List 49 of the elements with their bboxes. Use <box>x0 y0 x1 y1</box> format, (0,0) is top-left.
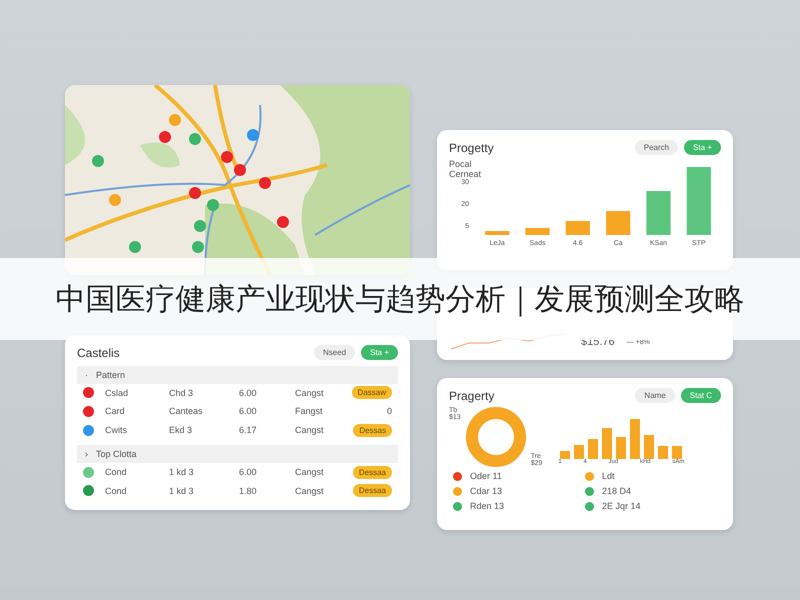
table-cell-text: Cond <box>105 467 128 478</box>
card-title: Castelis <box>77 346 121 360</box>
table-cell-text: Chd 3 <box>169 388 194 398</box>
chart-caption: Cerneat <box>449 169 482 179</box>
table-cell-text: Cangst <box>295 486 325 496</box>
table-cell-text: Cslad <box>105 388 130 398</box>
price-value: $15.76 <box>581 336 615 348</box>
table-cell-text: 6.00 <box>239 388 258 398</box>
table-cell-text: Ekd 3 <box>169 425 194 435</box>
table-cell: 0 <box>386 406 392 416</box>
table-cell-text: Card <box>105 406 126 416</box>
table-cell-text: Cangst <box>295 388 325 398</box>
card-title: Pragerty <box>449 388 496 402</box>
table-cell-text: Cwits <box>105 425 128 435</box>
legend-label: Rden 13 <box>470 501 504 511</box>
bar <box>525 228 550 235</box>
table-cell-text: Cond <box>105 486 128 496</box>
legend-label: 218 D4 <box>602 486 632 496</box>
table-cell-text: 1.80 <box>239 486 258 496</box>
table-cell-text: Canteas <box>169 406 204 416</box>
filter-button[interactable]: Name <box>635 388 675 403</box>
group-header[interactable]: · Pattern <box>77 366 398 384</box>
table-cell-text: 1 kd 3 <box>169 486 195 496</box>
table-cell-text: 6.00 <box>239 406 258 416</box>
group-header[interactable]: › Top Clotta <box>77 445 398 463</box>
bar <box>485 231 510 235</box>
table-cell-text: 1 kd 3 <box>169 467 195 478</box>
table-cell-text: 6.17 <box>239 425 258 435</box>
filter-button[interactable]: Nseed <box>314 345 356 360</box>
chart-caption: Pocal <box>449 159 473 169</box>
table-cell-text: Cangst <box>295 425 325 435</box>
status-badge: Dessaa <box>352 484 392 498</box>
legend-label: Oder 11 <box>470 471 502 481</box>
legend-label: Cdar 13 <box>470 486 502 496</box>
card-title: Progetty <box>449 140 495 154</box>
status-badge: Dassaw <box>352 386 392 400</box>
bar <box>606 211 630 235</box>
bar <box>686 167 711 235</box>
legend-label: 2E Jqr 14 <box>602 501 641 511</box>
status-badge: Dessaa <box>352 466 392 479</box>
bar <box>646 191 671 235</box>
status-badge: Dessas <box>353 424 392 436</box>
legend-label: Ldt <box>602 471 615 481</box>
banner-title: 中国医疗健康产业现状与趋势分析｜发展预测全攻略 <box>56 282 744 318</box>
filter-button[interactable]: Pearch <box>634 140 678 155</box>
table-cell-text: Fangst <box>295 406 324 416</box>
table-cell-text: Cangst <box>295 467 325 478</box>
table-cell-text: 6.00 <box>239 467 258 478</box>
bar <box>566 221 590 235</box>
